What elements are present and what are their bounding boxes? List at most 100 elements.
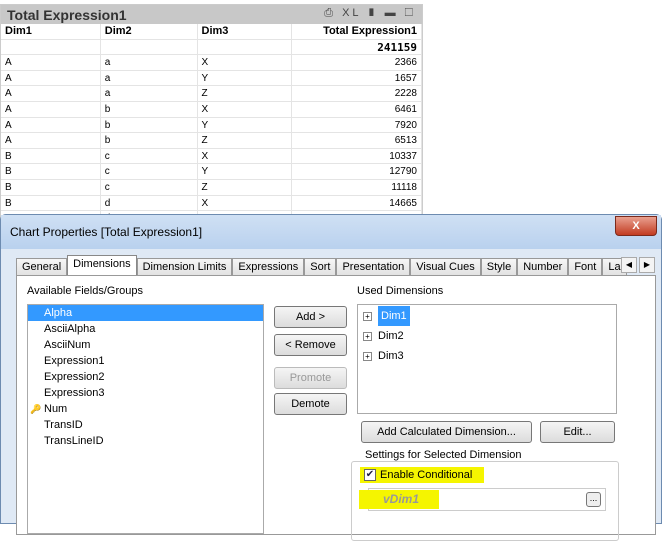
- field-label: AsciiNum: [44, 339, 91, 351]
- table-cell[interactable]: d: [101, 195, 198, 211]
- table-cell[interactable]: A: [1, 70, 101, 86]
- table-cell[interactable]: Y: [198, 117, 293, 133]
- table-cell[interactable]: b: [101, 133, 198, 148]
- header-dim3[interactable]: Dim3: [198, 24, 293, 39]
- table-cell[interactable]: Z: [198, 86, 293, 101]
- table-cell[interactable]: 1657: [292, 70, 422, 86]
- field-item[interactable]: Expression1: [28, 353, 263, 369]
- demote-button[interactable]: Demote: [274, 393, 347, 415]
- edit-button[interactable]: Edit...: [540, 421, 615, 443]
- field-item[interactable]: Expression2: [28, 369, 263, 385]
- table-cell[interactable]: 12790: [292, 164, 422, 179]
- tab-expressions[interactable]: Expressions: [232, 258, 305, 275]
- used-dimension-item[interactable]: + Dim2: [358, 326, 616, 346]
- tab-bar: General Dimensions Dimension Limits Express…: [16, 255, 627, 275]
- tab-number[interactable]: Number: [517, 258, 569, 275]
- expression-editor-button[interactable]: ...: [586, 492, 601, 507]
- table-row: Ab X 6461: [1, 101, 422, 118]
- table-cell[interactable]: 10337: [292, 148, 422, 164]
- tab-sort[interactable]: Sort: [304, 258, 337, 275]
- header-dim1[interactable]: Dim1: [1, 24, 101, 39]
- table-cell[interactable]: a: [101, 70, 198, 86]
- table-cell[interactable]: B: [1, 195, 101, 211]
- tab-dimensions[interactable]: Dimensions: [67, 255, 137, 275]
- used-dimensions-list[interactable]: + Dim1 + Dim2 + Dim3: [357, 304, 617, 414]
- tab-style[interactable]: Style: [480, 258, 518, 275]
- table-cell[interactable]: c: [101, 164, 198, 179]
- table-cell[interactable]: A: [1, 86, 101, 101]
- tab-font[interactable]: Font: [568, 258, 603, 275]
- expand-icon[interactable]: +: [363, 311, 372, 321]
- tab-general[interactable]: General: [16, 258, 68, 275]
- table-cell[interactable]: X: [198, 148, 293, 164]
- dialog-title: Chart Properties [Total Expression1]: [1, 215, 661, 249]
- table-cell[interactable]: B: [1, 179, 101, 195]
- table-cell[interactable]: 7920: [292, 117, 422, 133]
- table-cell[interactable]: a: [101, 55, 198, 70]
- header-dim2[interactable]: Dim2: [101, 24, 198, 39]
- table-cell[interactable]: 11118: [292, 179, 422, 195]
- expand-icon[interactable]: +: [363, 351, 372, 361]
- used-dimension-item[interactable]: + Dim1: [358, 306, 616, 326]
- close-button[interactable]: X: [615, 216, 657, 236]
- tab-visual-cues[interactable]: Visual Cues: [410, 258, 481, 275]
- table-cell[interactable]: 2366: [292, 55, 422, 70]
- table-cell[interactable]: A: [1, 117, 101, 133]
- table-cell[interactable]: b: [101, 117, 198, 133]
- table-row: Aa Z 2228: [1, 86, 422, 102]
- field-item[interactable]: 🔑 Num: [28, 401, 263, 417]
- field-item[interactable]: TransLineID: [28, 433, 263, 449]
- field-item[interactable]: TransID: [28, 417, 263, 433]
- table-row: Bc Z 11118: [1, 179, 422, 196]
- condition-value: vDim1: [359, 490, 440, 509]
- table-cell[interactable]: B: [1, 164, 101, 179]
- add-calculated-dimension-button[interactable]: Add Calculated Dimension...: [361, 421, 532, 443]
- available-fields-list[interactable]: Alpha AsciiAlpha AsciiNum Expression1 Expres…: [27, 304, 264, 534]
- table-cell[interactable]: b: [101, 101, 198, 117]
- table-cell[interactable]: X: [198, 55, 293, 70]
- table-cell[interactable]: A: [1, 55, 101, 70]
- table-cell[interactable]: Z: [198, 133, 293, 148]
- table-cell[interactable]: Y: [198, 164, 293, 179]
- settings-label: Settings for Selected Dimension: [363, 449, 524, 461]
- condition-input[interactable]: vDim1 ...: [359, 488, 606, 511]
- table-cell[interactable]: A: [1, 133, 101, 148]
- dimension-label: Dim1: [378, 306, 410, 326]
- table-cell[interactable]: B: [1, 148, 101, 164]
- field-label: TransID: [44, 419, 83, 431]
- used-dimension-item[interactable]: + Dim3: [358, 346, 616, 366]
- field-item[interactable]: AsciiAlpha: [28, 321, 263, 337]
- tab-dimension-limits[interactable]: Dimension Limits: [136, 258, 233, 275]
- remove-button[interactable]: < Remove: [274, 334, 347, 356]
- table-cell[interactable]: X: [198, 195, 293, 211]
- table-row: Aa Y 1657: [1, 70, 422, 87]
- tab-presentation[interactable]: Presentation: [336, 258, 411, 275]
- tab-scroll-left-icon[interactable]: ◀: [621, 257, 637, 273]
- table-cell[interactable]: Z: [198, 179, 293, 195]
- tab-scroll-right-icon[interactable]: ▶: [639, 257, 655, 273]
- promote-button[interactable]: Promote: [274, 367, 347, 389]
- table-header: Dim1 Dim2 Dim3 Total Expression1: [1, 24, 422, 40]
- chart-properties-dialog: Chart Properties [Total Expression1] X G…: [0, 214, 662, 541]
- add-button[interactable]: Add >: [274, 306, 347, 328]
- straight-table: Total Expression1 ⎙ XL ▮ ▬ ☐ Dim1 Dim2 D…: [0, 4, 423, 228]
- enable-conditional-checkbox[interactable]: ✔ Enable Conditional: [360, 467, 485, 483]
- table-cell[interactable]: Y: [198, 70, 293, 86]
- table-cell[interactable]: 6513: [292, 133, 422, 148]
- table-cell[interactable]: c: [101, 148, 198, 164]
- table-cell[interactable]: c: [101, 179, 198, 195]
- field-item[interactable]: AsciiNum: [28, 337, 263, 353]
- field-item[interactable]: Alpha: [28, 305, 263, 321]
- header-total[interactable]: Total Expression1: [292, 24, 422, 39]
- table-cell[interactable]: a: [101, 86, 198, 101]
- field-label: Alpha: [44, 307, 73, 319]
- field-item[interactable]: Expression3: [28, 385, 263, 401]
- expand-icon[interactable]: +: [363, 331, 372, 341]
- caption-icons[interactable]: ⎙ XL ▮ ▬ ☐: [324, 7, 416, 20]
- table-cell[interactable]: A: [1, 101, 101, 117]
- table-cell[interactable]: 6461: [292, 101, 422, 117]
- table-cell[interactable]: 14665: [292, 195, 422, 211]
- table-cell[interactable]: X: [198, 101, 293, 117]
- table-row: Bc X 10337: [1, 148, 422, 165]
- table-cell[interactable]: 2228: [292, 86, 422, 101]
